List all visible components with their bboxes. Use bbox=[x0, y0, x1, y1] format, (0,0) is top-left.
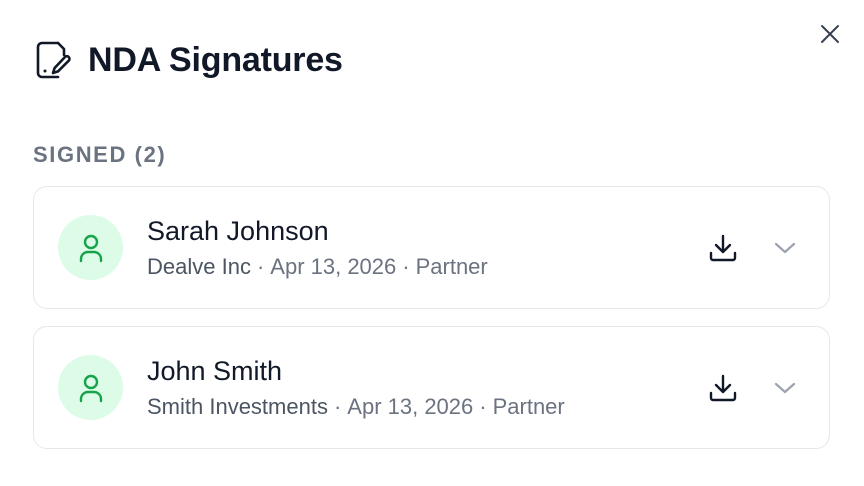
avatar bbox=[58, 355, 123, 420]
file-signature-icon bbox=[36, 41, 71, 79]
signed-date: Apr 13, 2026 bbox=[270, 253, 397, 279]
signer-info: John Smith Smith Investments · Apr 13, 202… bbox=[147, 355, 705, 420]
signed-section-label: SIGNED (2) bbox=[33, 142, 167, 167]
signer-company: Dealve Inc bbox=[147, 253, 251, 279]
signer-company: Smith Investments bbox=[147, 393, 328, 419]
nda-signatures-dialog: NDA Signatures SIGNED (2) Sarah Johnson … bbox=[0, 0, 864, 486]
card-actions bbox=[705, 230, 803, 266]
signed-list: Sarah Johnson Dealve Inc · Apr 13, 2026 · Pa… bbox=[33, 186, 830, 449]
signer-info: Sarah Johnson Dealve Inc · Apr 13, 2026 · Pa… bbox=[147, 215, 705, 280]
meta-separator: · bbox=[402, 253, 410, 279]
download-button[interactable] bbox=[705, 230, 741, 266]
meta-separator: · bbox=[256, 253, 265, 279]
dialog-header: NDA Signatures bbox=[34, 40, 343, 80]
signer-meta: Dealve Inc · Apr 13, 2026 · Partner bbox=[147, 254, 705, 280]
signature-card: Sarah Johnson Dealve Inc · Apr 13, 2026 · Pa… bbox=[33, 186, 830, 309]
close-button[interactable] bbox=[816, 20, 844, 48]
signer-meta: Smith Investments · Apr 13, 2026 · Partner bbox=[147, 394, 705, 420]
close-icon bbox=[821, 25, 839, 43]
signature-card: John Smith Smith Investments · Apr 13, 202… bbox=[33, 326, 830, 449]
signer-name: Sarah Johnson bbox=[147, 216, 329, 247]
signer-name: John Smith bbox=[147, 356, 283, 387]
meta-separator: · bbox=[479, 393, 487, 419]
download-icon bbox=[709, 374, 737, 401]
download-icon bbox=[709, 234, 737, 261]
chevron-down-icon bbox=[774, 382, 796, 393]
user-icon bbox=[79, 234, 102, 262]
user-icon bbox=[79, 374, 102, 402]
card-actions bbox=[705, 370, 803, 406]
dialog-title: NDA Signatures bbox=[88, 40, 343, 79]
signer-role: Partner bbox=[415, 253, 488, 279]
expand-button[interactable] bbox=[767, 370, 803, 406]
meta-separator: · bbox=[333, 393, 342, 419]
signed-date: Apr 13, 2026 bbox=[347, 393, 474, 419]
download-button[interactable] bbox=[705, 370, 741, 406]
chevron-down-icon bbox=[774, 242, 796, 253]
signer-role: Partner bbox=[492, 393, 565, 419]
avatar bbox=[58, 215, 123, 280]
expand-button[interactable] bbox=[767, 230, 803, 266]
